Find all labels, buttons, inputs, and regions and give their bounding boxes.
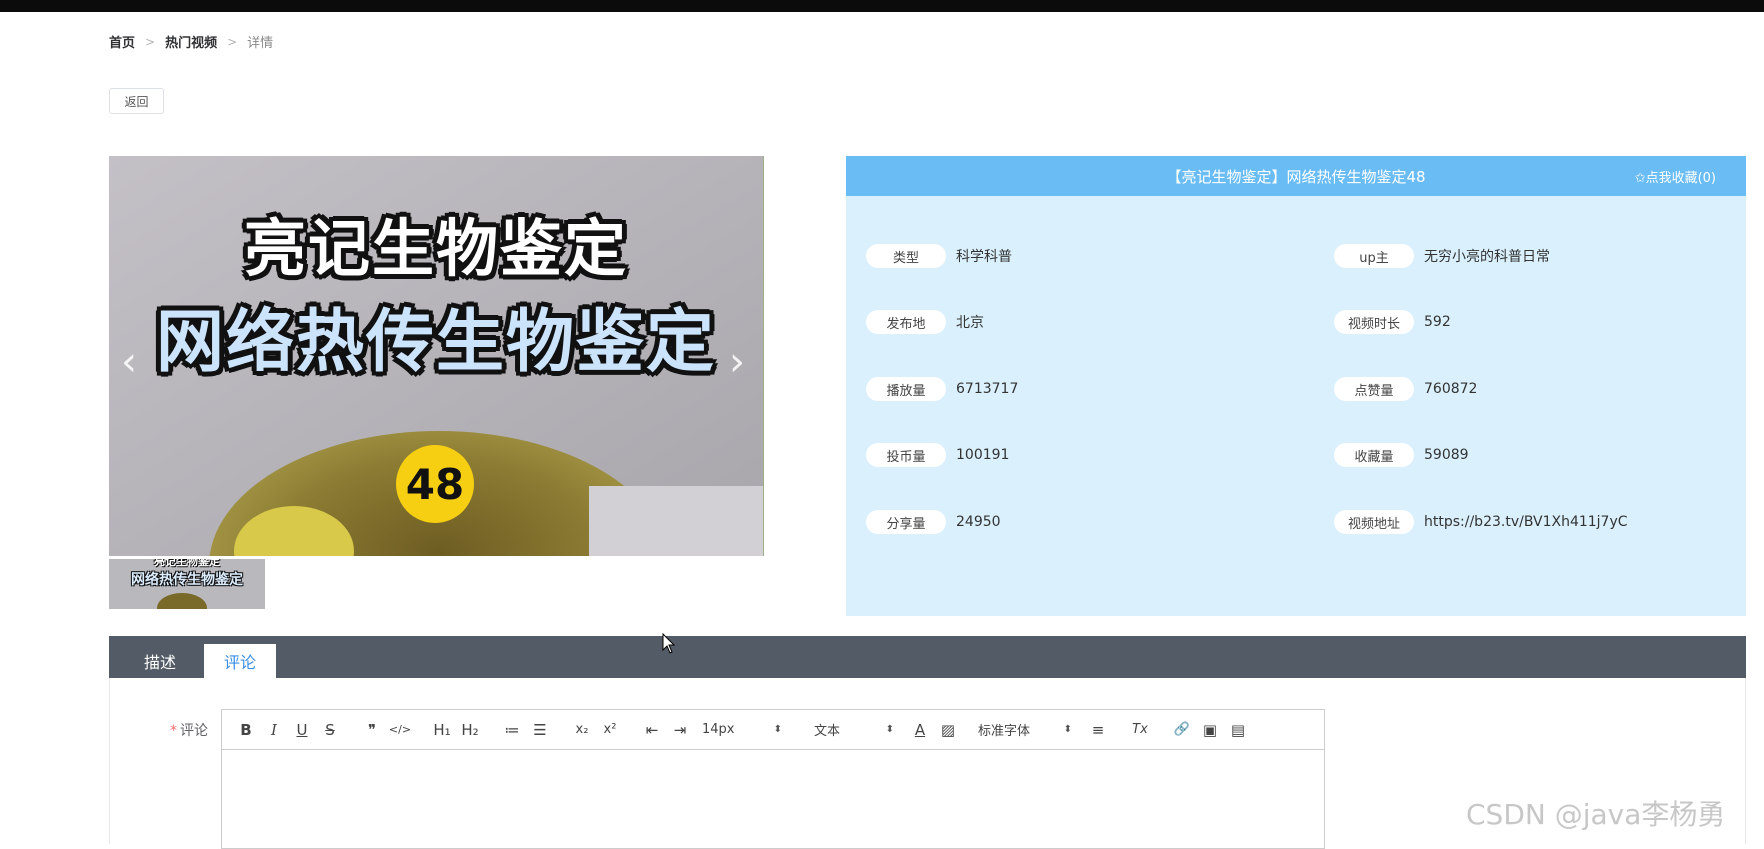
superscript-icon[interactable]: x² <box>596 722 624 737</box>
watermark-text: CSDN @java李杨勇 <box>1466 798 1726 831</box>
link-icon[interactable]: 🔗 <box>1168 722 1196 737</box>
info-value: 24950 <box>956 514 1001 530</box>
info-label: 收藏量 <box>1334 443 1414 467</box>
mouse-cursor-icon <box>662 633 676 654</box>
breadcrumb-current: 详情 <box>247 36 274 51</box>
video-icon[interactable]: ▤ <box>1224 721 1252 739</box>
info-row-url: 视频地址 https://b23.tv/BV1Xh411j7yC <box>1334 510 1628 534</box>
video-cover-carousel[interactable]: 亮记生物鉴定 网络热传生物鉴定 48 ‹ › <box>109 156 764 556</box>
favorite-button[interactable]: ✩点我收藏(0) <box>1635 156 1716 196</box>
strikethrough-icon[interactable]: S <box>316 721 344 739</box>
chevron-right-icon[interactable]: › <box>729 342 745 382</box>
heading1-icon[interactable]: H₁ <box>428 721 456 739</box>
info-row-uploader: up主 无穷小亮的科普日常 <box>1334 244 1550 268</box>
select-arrows-icon: ⬍ <box>1063 724 1072 735</box>
thumbnail-image-detail <box>157 593 207 609</box>
cover-title-line1: 亮记生物鉴定 <box>243 212 628 285</box>
image-icon[interactable]: ▣ <box>1196 721 1224 739</box>
comment-editor-input[interactable] <box>222 750 1324 848</box>
info-row-type: 类型 科学科普 <box>866 244 1012 268</box>
editor-toolbar: B I U S ❞ </> H₁ H₂ ≔ ☰ x₂ x² ⇤ ⇥ 14px ⬍… <box>222 710 1324 750</box>
tab-comments[interactable]: 评论 <box>204 644 276 678</box>
select-arrows-icon: ⬍ <box>885 724 894 735</box>
select-arrows-icon: ⬍ <box>773 724 782 735</box>
info-value: 59089 <box>1424 447 1469 463</box>
font-family-select[interactable]: 标准字体 ⬍ <box>978 720 1072 739</box>
align-icon[interactable]: ≡ <box>1084 721 1112 739</box>
breadcrumb-hot-videos[interactable]: 热门视频 <box>165 32 217 51</box>
info-row-likes: 点赞量 760872 <box>1334 377 1477 401</box>
heading2-icon[interactable]: H₂ <box>456 721 484 739</box>
outdent-icon[interactable]: ⇤ <box>638 721 666 739</box>
comment-label-text: 评论 <box>180 723 208 739</box>
video-title: 【亮记生物鉴定】网络热传生物鉴定48 <box>1166 167 1426 186</box>
bold-icon[interactable]: B <box>232 721 260 739</box>
font-size-value: 14px <box>702 722 735 737</box>
background-color-icon[interactable]: ▨ <box>934 721 962 739</box>
subscript-icon[interactable]: x₂ <box>568 722 596 737</box>
info-label: 播放量 <box>866 377 946 401</box>
info-value: 592 <box>1424 314 1451 330</box>
detail-tabs: 描述 评论 <box>109 636 1746 678</box>
underline-icon[interactable]: U <box>288 721 316 739</box>
info-label: 视频地址 <box>1334 510 1414 534</box>
info-label: 发布地 <box>866 310 946 334</box>
info-value: 760872 <box>1424 381 1478 397</box>
breadcrumb-home[interactable]: 首页 <box>109 32 135 51</box>
indent-icon[interactable]: ⇥ <box>666 721 694 739</box>
info-row-duration: 视频时长 592 <box>1334 310 1451 334</box>
clear-format-icon[interactable]: Tx <box>1126 722 1154 737</box>
info-row-shares: 分享量 24950 <box>866 510 1001 534</box>
italic-icon[interactable]: I <box>260 721 288 739</box>
font-size-select[interactable]: 14px ⬍ <box>702 722 782 737</box>
back-button[interactable]: 返回 <box>109 88 164 114</box>
episode-number-badge: 48 <box>396 445 474 523</box>
info-row-location: 发布地 北京 <box>866 310 984 334</box>
info-value: 6713717 <box>956 381 1019 397</box>
breadcrumb: 首页 > 热门视频 > 详情 <box>109 32 274 52</box>
info-value: 科学科普 <box>956 249 1012 265</box>
code-block-icon[interactable]: </> <box>386 723 414 736</box>
info-label: 视频时长 <box>1334 310 1414 334</box>
bullet-list-icon[interactable]: ☰ <box>526 721 554 739</box>
info-header: 【亮记生物鉴定】网络热传生物鉴定48 ✩点我收藏(0) <box>846 156 1746 196</box>
info-row-coins: 投币量 100191 <box>866 443 1009 467</box>
info-label: 点赞量 <box>1334 377 1414 401</box>
cover-title-line2: 网络热传生物鉴定 <box>155 303 716 382</box>
video-url[interactable]: https://b23.tv/BV1Xh411j7yC <box>1424 514 1628 530</box>
info-value: 100191 <box>956 447 1010 463</box>
thumbnail-text: 网络热传生物鉴定 <box>131 572 243 588</box>
info-row-plays: 播放量 6713717 <box>866 377 1018 401</box>
video-info-panel: 【亮记生物鉴定】网络热传生物鉴定48 ✩点我收藏(0) 类型 科学科普 up主 … <box>846 156 1746 616</box>
ordered-list-icon[interactable]: ≔ <box>498 721 526 739</box>
rich-text-editor: B I U S ❞ </> H₁ H₂ ≔ ☰ x₂ x² ⇤ ⇥ 14px ⬍… <box>221 709 1325 849</box>
header-format-value: 文本 <box>814 724 841 739</box>
chevron-left-icon[interactable]: ‹ <box>121 342 137 382</box>
blockquote-icon[interactable]: ❞ <box>358 721 386 739</box>
breadcrumb-separator: > <box>227 34 238 49</box>
font-family-value: 标准字体 <box>978 724 1031 739</box>
carousel-thumbnail[interactable]: 亮记生物鉴定 网络热传生物鉴定 <box>109 559 265 609</box>
comment-field-label: * 评论 <box>170 720 208 740</box>
thumbnail-text-top: 亮记生物鉴定 <box>154 559 220 568</box>
info-value: 无穷小亮的科普日常 <box>1424 249 1550 265</box>
header-format-select[interactable]: 文本 ⬍ <box>814 720 894 739</box>
info-label: 投币量 <box>866 443 946 467</box>
required-mark: * <box>170 723 177 739</box>
info-value: 北京 <box>956 315 984 331</box>
info-label: 类型 <box>866 244 946 268</box>
info-row-favorites: 收藏量 59089 <box>1334 443 1469 467</box>
breadcrumb-separator: > <box>145 34 156 49</box>
info-label: up主 <box>1334 244 1414 268</box>
tab-description[interactable]: 描述 <box>124 644 196 678</box>
info-label: 分享量 <box>866 510 946 534</box>
top-black-bar <box>0 0 1764 12</box>
text-color-icon[interactable]: A <box>906 721 934 739</box>
